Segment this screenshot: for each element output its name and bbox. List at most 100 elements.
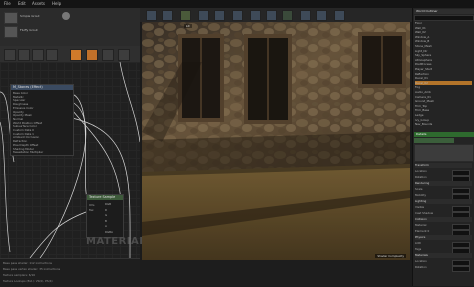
details-property-row: Element 0 <box>415 229 472 236</box>
settings-icon[interactable] <box>232 10 243 21</box>
view-mode-label[interactable]: Lit <box>184 24 192 28</box>
search-button[interactable] <box>46 49 58 61</box>
component-tree[interactable] <box>414 144 474 162</box>
outliner-item[interactable]: Window_B <box>415 39 472 43</box>
node-input-pin[interactable]: Tessellation Multiplier <box>13 150 43 154</box>
node-pin[interactable]: R <box>105 208 107 212</box>
browse-button[interactable] <box>18 49 30 61</box>
outliner-item[interactable]: Window_A <box>415 35 472 39</box>
node-pin[interactable]: A <box>105 224 107 228</box>
blueprints-icon[interactable] <box>250 10 261 21</box>
menu-edit[interactable]: Edit <box>18 1 26 6</box>
apply-button[interactable] <box>32 49 44 61</box>
live-preview-button[interactable] <box>86 49 98 61</box>
node-pin[interactable]: UVs <box>89 203 94 207</box>
material-thumbnail[interactable] <box>4 12 18 24</box>
details-section-header[interactable]: Transform <box>415 163 472 168</box>
save-button[interactable] <box>4 49 16 61</box>
viewport-corner-label: Shader Complexity <box>375 254 406 258</box>
texture-sample-node[interactable]: Texture Sample UVs Tex RGB R G B A RGBA <box>86 194 124 238</box>
details-section-header[interactable]: Collision <box>415 217 472 222</box>
property-label: Rotation <box>415 265 427 269</box>
outliner-item[interactable]: Camera_01 <box>415 95 472 99</box>
outliner-item[interactable]: Nav_Bounds <box>415 122 472 126</box>
details-property-row: Material <box>415 223 472 230</box>
menu-bar: File Edit Assets Help <box>0 0 474 8</box>
outliner-item[interactable]: Ledge <box>415 113 472 117</box>
cinematics-icon[interactable] <box>266 10 277 21</box>
material-thumbnail[interactable] <box>4 26 18 38</box>
outliner-item[interactable]: Wall_01 <box>415 26 472 30</box>
material-result-node[interactable]: M_Stones (Effect) Base Color Metallic Spec… <box>10 84 74 156</box>
node-pin[interactable]: B <box>105 219 107 223</box>
viewport-bottom-strip <box>140 260 412 286</box>
menu-file[interactable]: File <box>4 1 11 6</box>
outliner-item[interactable]: Light_Dir <box>415 49 472 53</box>
property-field[interactable] <box>452 265 470 272</box>
content-icon[interactable] <box>198 10 209 21</box>
property-label: Visible <box>415 205 425 209</box>
outliner-item[interactable]: Decal_01 <box>415 76 472 80</box>
stat-line: Base pass shader: 112 instructions <box>3 261 52 265</box>
asset-label: Simple Grout <box>20 14 40 18</box>
outliner-item[interactable]: Sky_Sphere <box>415 53 472 57</box>
add-component-button[interactable] <box>414 138 454 143</box>
property-label: Scale <box>415 187 423 191</box>
details-property-row: Rotation <box>415 265 472 272</box>
asset-thumbnail-header: Simple Grout Fluffy Grout <box>0 8 140 47</box>
node-graph[interactable]: M_Stones (Effect) Base Color Metallic Spec… <box>0 62 140 258</box>
clean-up-button[interactable] <box>102 49 114 61</box>
outliner-item[interactable]: Trim_Top <box>415 104 472 108</box>
marketplace-icon[interactable] <box>214 10 225 21</box>
details-property-row: Rotation <box>415 175 472 182</box>
node-pin[interactable]: Tex <box>89 208 94 212</box>
hide-connectors-button[interactable] <box>118 49 130 61</box>
node-pin[interactable]: RGBA <box>105 230 113 234</box>
pause-icon[interactable] <box>334 10 345 21</box>
outliner-item[interactable]: Wall_02 <box>415 30 472 34</box>
details-property-row: Mobility <box>415 193 472 200</box>
details-property-row: Visible <box>415 205 472 212</box>
source-control-icon[interactable] <box>162 10 173 21</box>
menu-help[interactable]: Help <box>52 1 61 6</box>
details-property-row: LOD <box>415 241 472 248</box>
outliner-item[interactable]: Stone_Mesh <box>415 44 472 48</box>
menu-assets[interactable]: Assets <box>32 1 45 6</box>
details-section-header[interactable]: Lighting <box>415 199 472 204</box>
outliner-item[interactable]: Atmosphere <box>415 58 472 62</box>
outliner-item[interactable]: Reflection <box>415 72 472 76</box>
property-label: Cast Shadow <box>415 211 434 215</box>
outliner-item[interactable]: Decal_02 <box>415 80 472 85</box>
property-label: LOD <box>415 241 421 245</box>
node-pin[interactable]: G <box>105 213 107 217</box>
stats-button[interactable] <box>70 49 82 61</box>
outliner-item[interactable]: Audio_Amb <box>415 90 472 94</box>
details-section-header[interactable]: Materials <box>415 253 472 258</box>
outliner-item[interactable]: PostProcess <box>415 62 472 66</box>
outliner-item[interactable]: Trim_Base <box>415 108 472 112</box>
property-label: Mobility <box>415 193 426 197</box>
launch-icon[interactable] <box>316 10 327 21</box>
play-icon[interactable] <box>300 10 311 21</box>
build-icon[interactable] <box>282 10 293 21</box>
modes-icon[interactable] <box>180 10 191 21</box>
level-viewport[interactable]: Lit Shader Complexity <box>142 22 410 260</box>
details-section-header[interactable]: Physics <box>415 235 472 240</box>
details-property-row: Tags <box>415 247 472 254</box>
asset-label: Fluffy Grout <box>20 28 38 32</box>
stat-line: Texture samplers: 6/16 <box>3 273 36 277</box>
save-level-icon[interactable] <box>146 10 157 21</box>
node-title: Texture Sample <box>87 195 123 200</box>
stat-line: Base pass vertex shader: 35 instructions <box>3 267 61 271</box>
outliner-item[interactable]: Ground_Mesh <box>415 99 472 103</box>
outliner-title: World Outliner <box>414 9 474 14</box>
outliner-item[interactable]: Player_Start <box>415 67 472 71</box>
node-pin[interactable]: RGB <box>105 202 111 206</box>
details-property-row: Cast Shadow <box>415 211 472 218</box>
outliner-item[interactable]: Ivy_Group <box>415 118 472 122</box>
property-label: Location <box>415 169 427 173</box>
outliner-item[interactable]: Floor <box>415 21 472 25</box>
details-section-header[interactable]: Rendering <box>415 181 472 186</box>
outliner-item[interactable]: Fog <box>415 85 472 89</box>
sphere-preview-icon[interactable] <box>62 12 70 20</box>
